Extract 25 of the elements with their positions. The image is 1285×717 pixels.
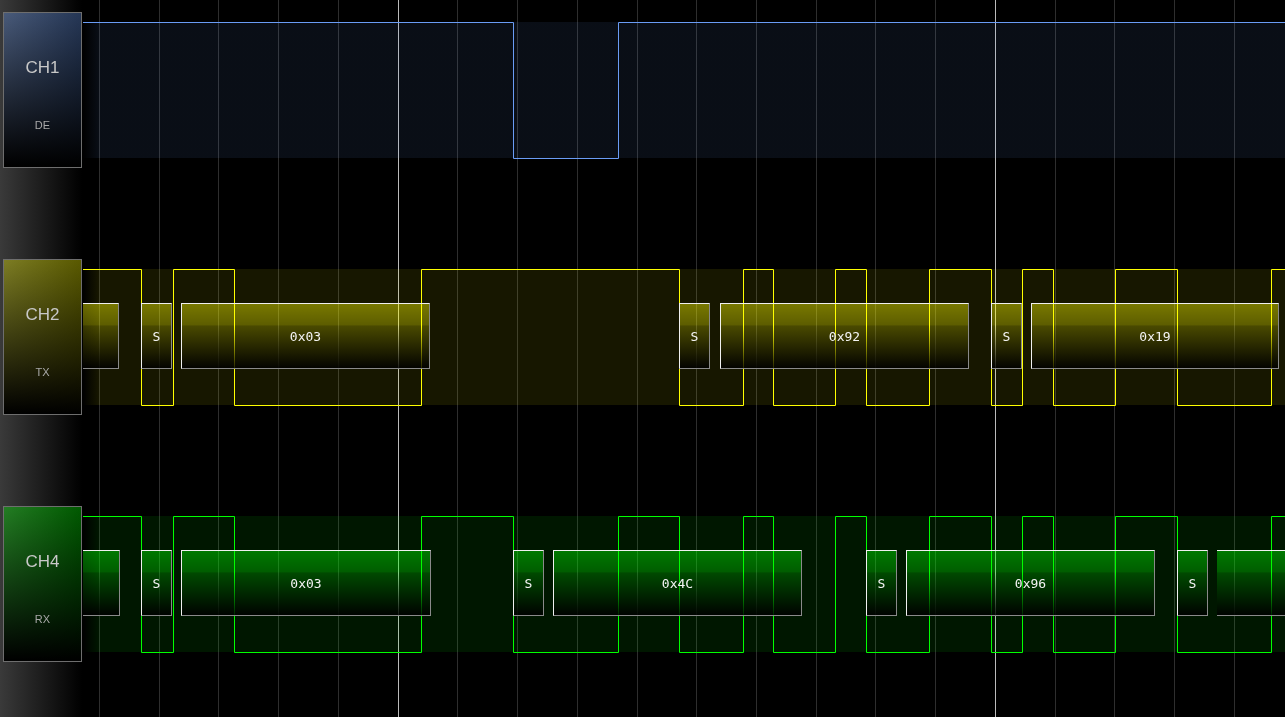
- data-byte-frame: 0x03: [181, 303, 430, 369]
- channel-label[interactable]: CH4 RX: [3, 506, 82, 662]
- channel-name: CH4: [25, 552, 60, 572]
- data-byte-frame: 0x92: [720, 303, 969, 369]
- start-bit-frame: S: [866, 550, 897, 616]
- data-byte-frame: 0x96: [906, 550, 1155, 616]
- data-byte-frame: 0x19: [1031, 303, 1279, 369]
- data-byte-frame: 0x03: [181, 550, 431, 616]
- partial-frame: [83, 303, 119, 369]
- channel-name: CH1: [25, 58, 60, 78]
- partial-frame: [1217, 550, 1285, 616]
- signal-name: TX: [35, 366, 50, 378]
- channel-label[interactable]: CH2 TX: [3, 259, 82, 415]
- start-bit-frame: S: [1177, 550, 1208, 616]
- start-bit-frame: S: [141, 550, 172, 616]
- data-byte-frame: 0x4C: [553, 550, 802, 616]
- channel-name: CH2: [25, 305, 60, 325]
- start-bit-frame: S: [991, 303, 1022, 369]
- start-bit-frame: S: [513, 550, 544, 616]
- signal-name: DE: [34, 119, 51, 131]
- partial-frame: [83, 550, 120, 616]
- signal-name: RX: [34, 613, 51, 625]
- channel-label[interactable]: CH1 DE: [3, 12, 82, 168]
- start-bit-frame: S: [141, 303, 172, 369]
- start-bit-frame: S: [679, 303, 710, 369]
